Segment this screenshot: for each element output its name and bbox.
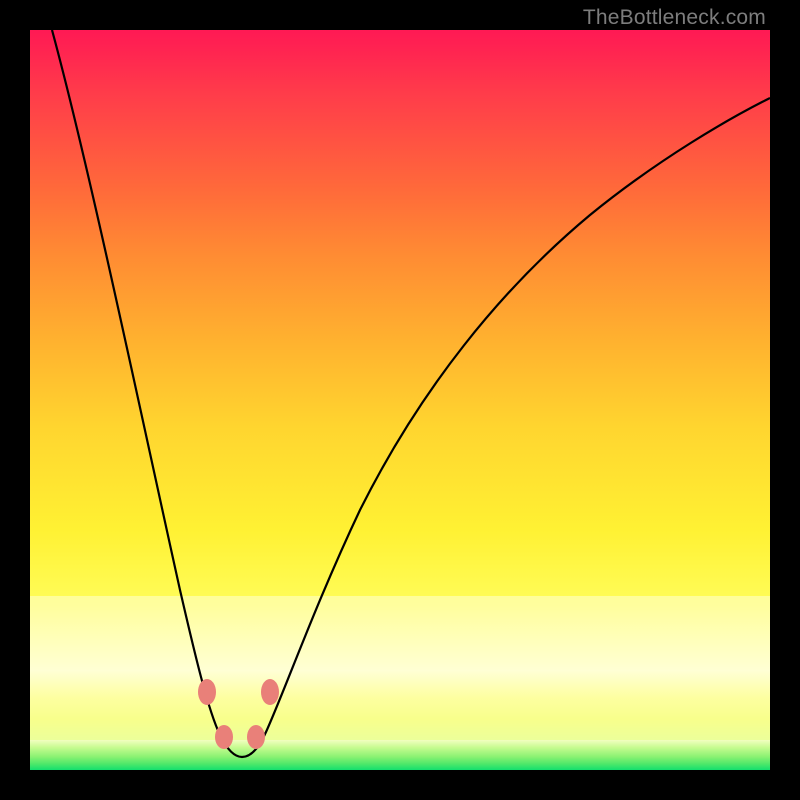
chart-plot-area (30, 30, 770, 770)
marker-dot (198, 679, 216, 705)
marker-dot (215, 725, 233, 749)
bottleneck-curve-svg (30, 30, 770, 770)
curve-marker-dots (198, 679, 279, 749)
watermark-text: TheBottleneck.com (583, 6, 766, 30)
bottleneck-curve-path (52, 30, 770, 757)
marker-dot (261, 679, 279, 705)
marker-dot (247, 725, 265, 749)
